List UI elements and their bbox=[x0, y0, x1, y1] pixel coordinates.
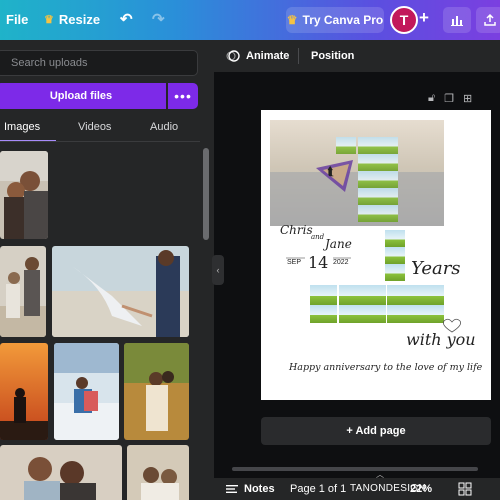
add-page-icon[interactable]: ⊞ bbox=[463, 92, 472, 105]
undo-icon[interactable]: ↶ bbox=[120, 10, 133, 28]
upload-thumbnail[interactable] bbox=[0, 445, 122, 500]
page-indicator[interactable]: Page 1 of 1 bbox=[290, 483, 346, 495]
media-tabs: Images Videos Audio bbox=[0, 118, 200, 142]
canvas-date-year: 2022 bbox=[333, 259, 349, 266]
canvas-and: and bbox=[311, 233, 325, 241]
canvas-years: Years bbox=[411, 258, 461, 279]
canvas-name1: Chris bbox=[280, 223, 313, 237]
position-button[interactable]: Position bbox=[311, 50, 354, 62]
more-options-button[interactable]: ••• bbox=[168, 83, 198, 109]
upload-thumbnail[interactable] bbox=[54, 343, 119, 440]
tab-images[interactable]: Images bbox=[4, 121, 40, 133]
zoom-level[interactable]: 22% bbox=[410, 483, 432, 495]
divider bbox=[298, 48, 299, 64]
add-page-button[interactable]: + Add page bbox=[261, 417, 491, 445]
upload-thumbnail[interactable] bbox=[52, 246, 189, 337]
file-menu[interactable]: File bbox=[6, 12, 28, 27]
lock-icon[interactable]: 🔓︎ bbox=[428, 92, 435, 105]
search-placeholder: Search uploads bbox=[11, 57, 88, 69]
animate-icon bbox=[226, 50, 240, 62]
redo-icon[interactable]: ↷ bbox=[152, 10, 165, 28]
upload-thumbnail[interactable] bbox=[127, 445, 189, 500]
tab-videos[interactable]: Videos bbox=[78, 121, 111, 133]
search-input[interactable]: Search uploads bbox=[0, 50, 198, 76]
crown-icon: ♛ bbox=[286, 13, 298, 27]
canvas-with-you: with you bbox=[406, 330, 476, 349]
notes-icon bbox=[226, 485, 238, 493]
animate-button[interactable]: Animate bbox=[226, 49, 289, 63]
notes-label: Notes bbox=[244, 483, 275, 495]
upload-thumbnail[interactable] bbox=[124, 343, 189, 440]
uploads-panel: Search uploads Upload files ••• Images V… bbox=[0, 40, 214, 500]
duplicate-icon[interactable]: ❐ bbox=[444, 92, 454, 105]
upload-row: Upload files ••• bbox=[0, 83, 198, 109]
try-pro-button[interactable]: ♛ Try Canva Pro bbox=[286, 7, 384, 33]
chevron-left-icon: ‹ bbox=[216, 265, 220, 275]
upload-files-button[interactable]: Upload files bbox=[0, 83, 166, 109]
grid-view-icon[interactable] bbox=[458, 482, 472, 499]
upload-thumbnail[interactable] bbox=[0, 246, 46, 337]
crown-icon: ♛ bbox=[44, 14, 54, 26]
canvas-date-day: 14 bbox=[308, 253, 329, 272]
canvas-name2: Jane bbox=[325, 237, 352, 251]
divider bbox=[0, 141, 200, 142]
bar-chart-icon bbox=[451, 16, 463, 26]
design-canvas[interactable]: ⮬ Chris and Jane SEP 14 2022 Years with … bbox=[261, 110, 491, 400]
panel-scrollbar[interactable] bbox=[203, 148, 209, 240]
canvas-message: Happy anniversary to the love of my life bbox=[289, 362, 483, 373]
canvas-scrollbar[interactable] bbox=[232, 467, 478, 471]
upload-icon bbox=[484, 13, 496, 26]
share-button[interactable] bbox=[476, 7, 500, 33]
notes-button[interactable]: Notes bbox=[226, 483, 275, 495]
upload-thumbnail[interactable] bbox=[0, 151, 48, 239]
avatar[interactable]: T bbox=[390, 6, 418, 34]
bottom-bar: Notes Page 1 of 1 TANONDESIGN 22% bbox=[214, 478, 500, 500]
resize-label: Resize bbox=[58, 12, 101, 27]
insights-button[interactable] bbox=[443, 7, 471, 33]
add-icon[interactable]: + bbox=[419, 8, 429, 28]
context-toolbar: Animate Position bbox=[214, 40, 500, 72]
upload-thumbnail[interactable] bbox=[0, 343, 48, 440]
resize-button[interactable]: ♛ Resize bbox=[44, 12, 100, 27]
canvas-date-month: SEP bbox=[287, 259, 302, 266]
try-pro-label: Try Canva Pro bbox=[302, 13, 384, 27]
collapse-panel-button[interactable]: ‹ bbox=[212, 255, 224, 285]
top-toolbar: File ♛ Resize ↶ ↷ ♛ Try Canva Pro T + bbox=[0, 0, 500, 40]
animate-label: Animate bbox=[246, 50, 290, 62]
collage-graphic bbox=[270, 120, 462, 333]
cursor-icon: ⮬ bbox=[327, 164, 335, 178]
tab-audio[interactable]: Audio bbox=[150, 121, 178, 133]
page-tools: 🔓︎ ❐ ⊞ bbox=[428, 92, 472, 105]
